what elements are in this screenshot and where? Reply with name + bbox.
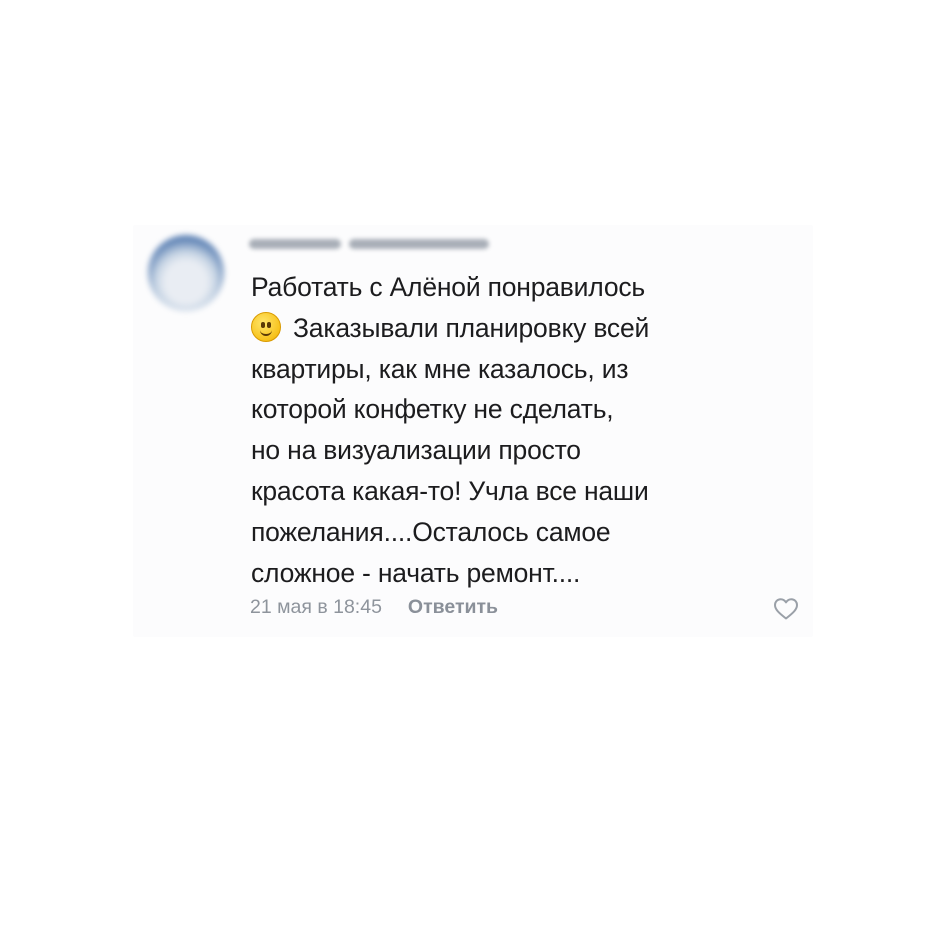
reply-button[interactable]: Ответить bbox=[408, 596, 498, 619]
comment-line: пожелания....Осталось самое bbox=[251, 516, 611, 547]
comment-text: Работать с Алёной понравилось Заказывали… bbox=[251, 267, 751, 593]
heart-icon bbox=[774, 598, 798, 620]
comment-meta: 21 мая в 18:45 Ответить bbox=[250, 596, 498, 619]
avatar[interactable] bbox=[148, 235, 224, 311]
comment-line: квартиры, как мне казалось, из bbox=[251, 353, 629, 384]
author-first-name-blur bbox=[249, 239, 341, 249]
comment-card: Работать с Алёной понравилось Заказывали… bbox=[133, 225, 813, 637]
comment-line: но на визуализации просто bbox=[251, 435, 581, 466]
slightly-smiling-face-icon bbox=[251, 311, 281, 342]
comment-line: которой конфетку не сделать, bbox=[251, 394, 614, 425]
comment-line-with-emoji: Заказывали планировку всей bbox=[251, 308, 751, 349]
comment-timestamp: 21 мая в 18:45 bbox=[250, 596, 382, 618]
like-button[interactable] bbox=[773, 597, 799, 621]
comment-line: сложное - начать ремонт.... bbox=[251, 557, 581, 588]
comment-line: Работать с Алёной понравилось bbox=[251, 272, 646, 302]
comment-line: красота какая-то! Учла все наши bbox=[251, 475, 649, 506]
author-name-blurred[interactable] bbox=[249, 235, 489, 253]
author-last-name-blur bbox=[349, 239, 489, 249]
comment-line: Заказывали планировку всей bbox=[293, 312, 650, 343]
